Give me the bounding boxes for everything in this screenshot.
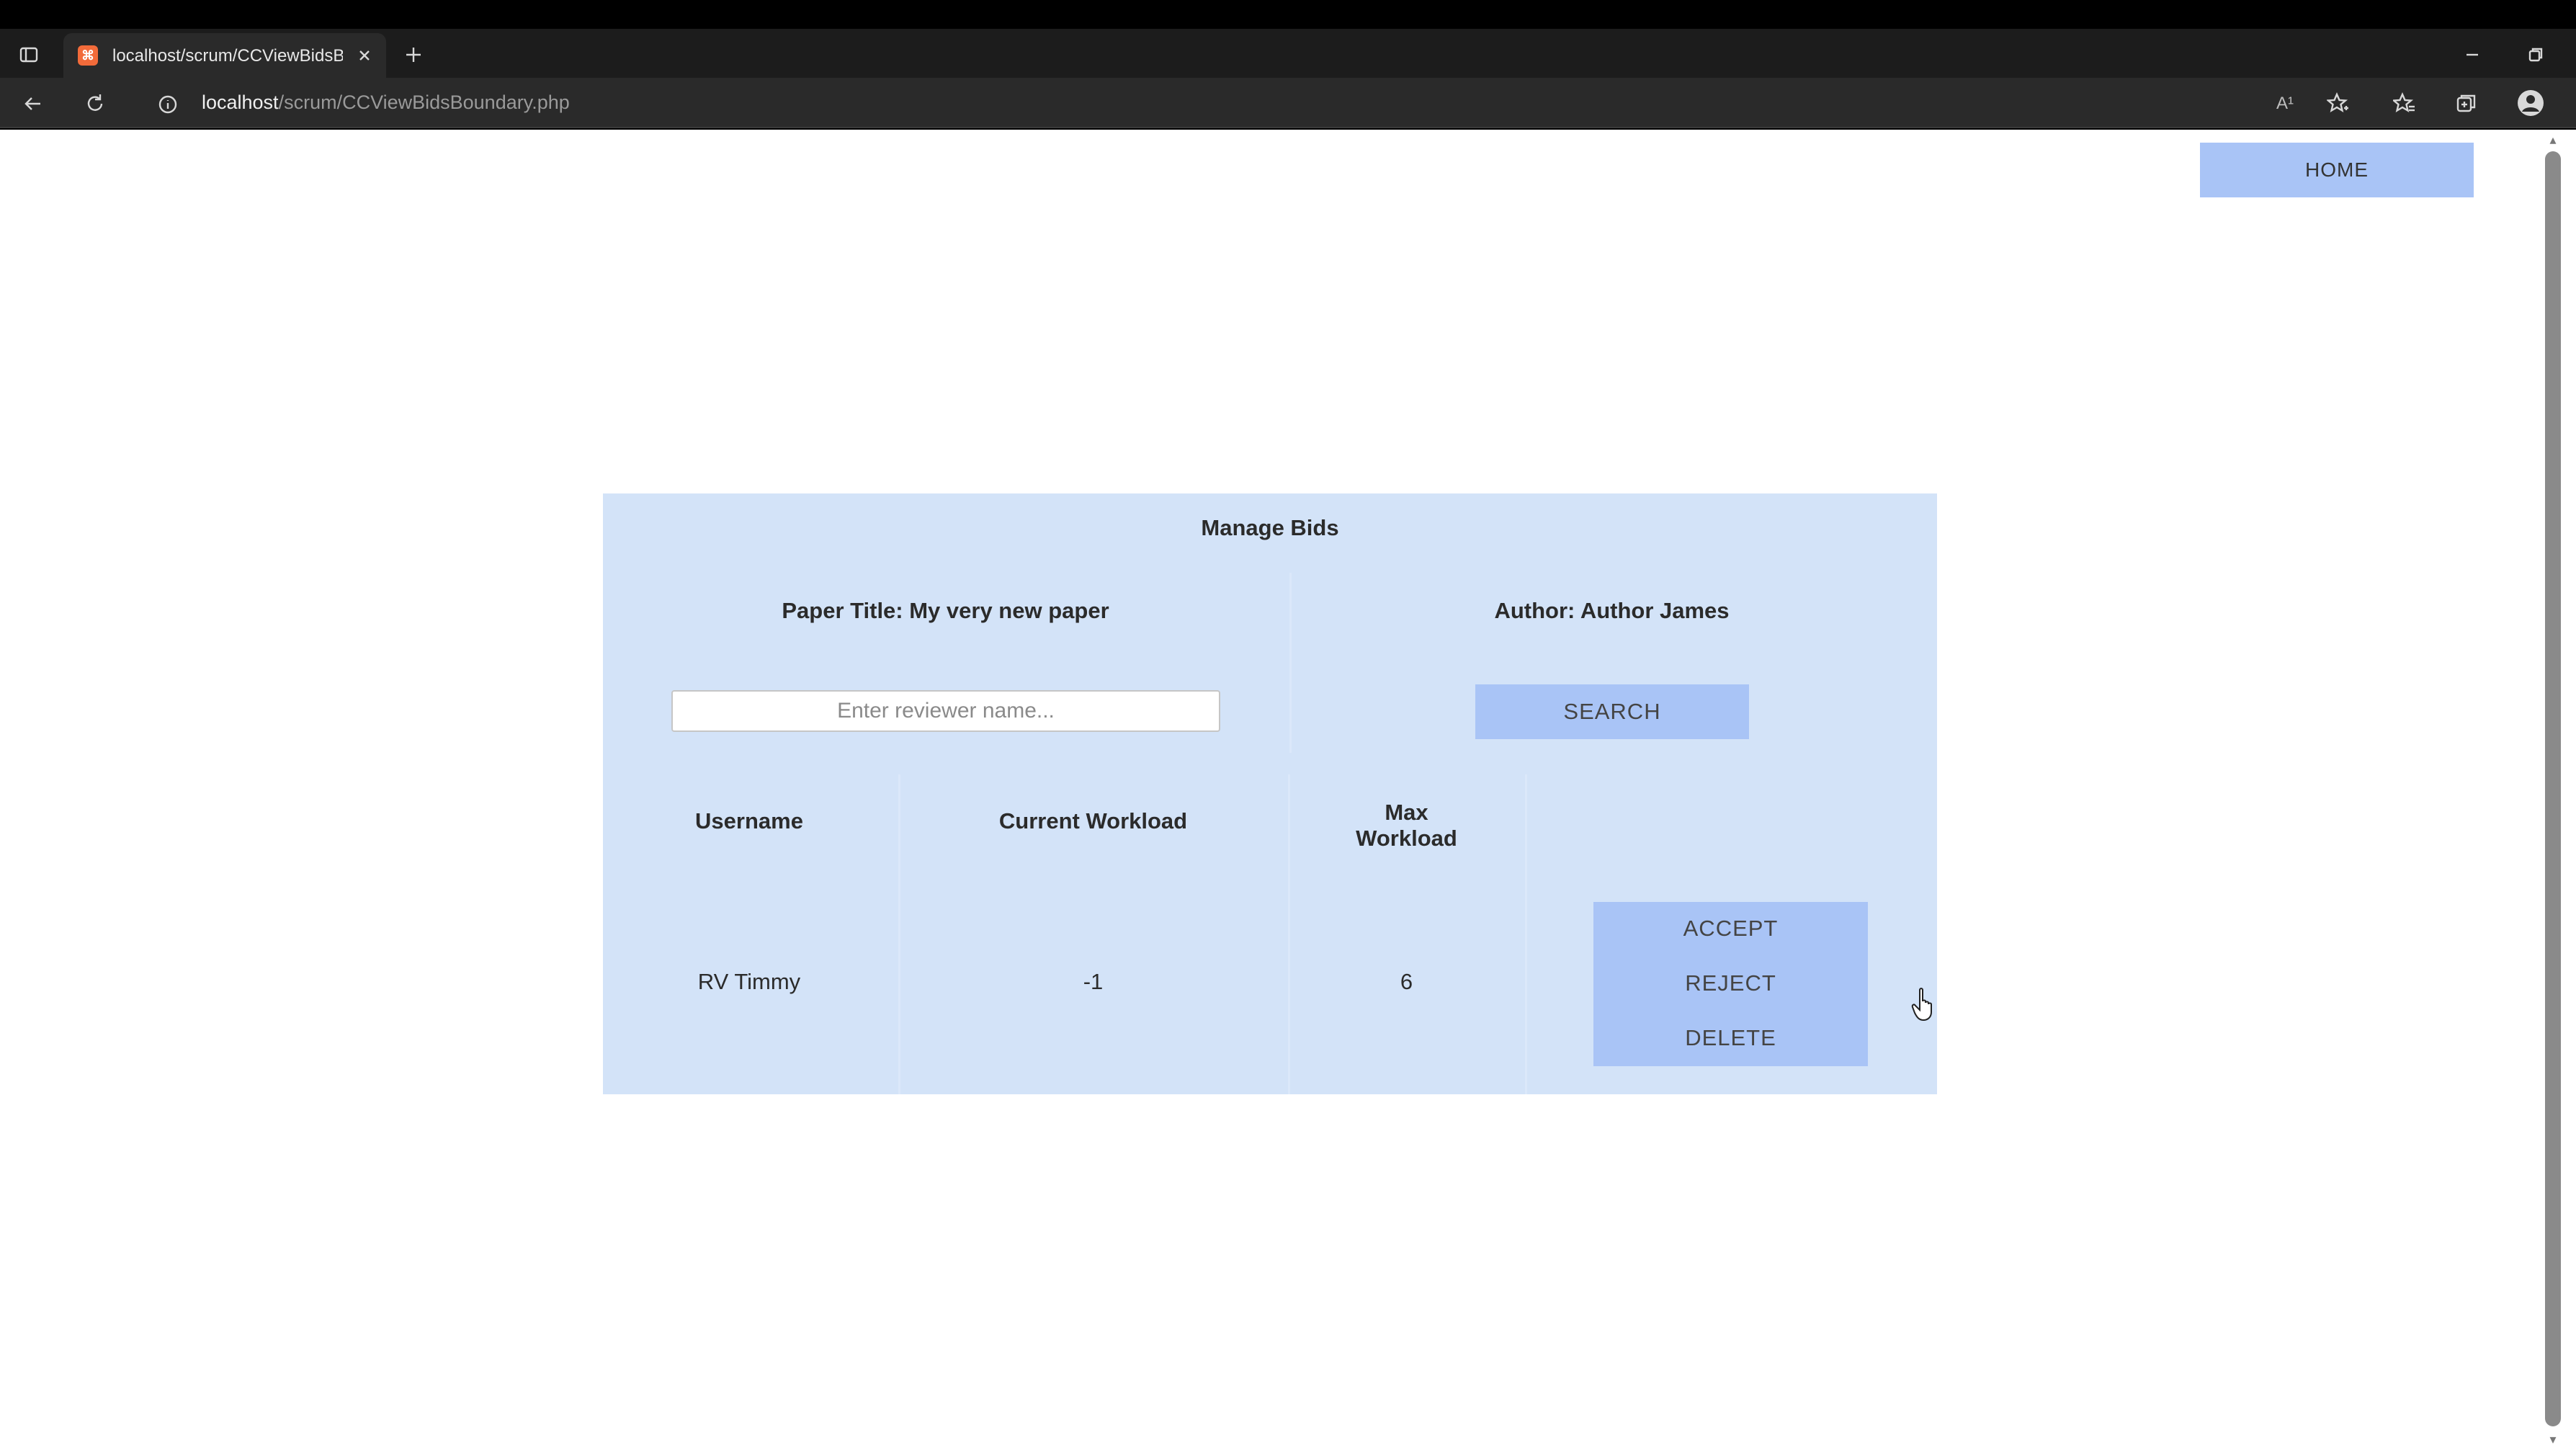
header-max-workload: Max Workload: [1297, 800, 1516, 852]
site-info-icon[interactable]: [154, 91, 182, 118]
back-arrow-icon[interactable]: [19, 89, 48, 118]
table-column-divider: [898, 774, 900, 1094]
cell-username: RV Timmy: [697, 969, 801, 994]
cell-current-workload: -1: [1083, 969, 1104, 994]
reload-icon[interactable]: [81, 89, 109, 118]
header-max-workload-line2: Workload: [1356, 826, 1457, 851]
tab-actions-icon[interactable]: [16, 42, 42, 68]
header-max-workload-line1: Max: [1385, 800, 1428, 825]
accept-button[interactable]: ACCEPT: [1593, 906, 1868, 951]
cell-max-workload: 6: [1400, 969, 1413, 994]
add-favorite-icon[interactable]: [2324, 89, 2353, 118]
tab-close-icon[interactable]: [353, 44, 376, 67]
url-path: /scrum/CCViewBidsBoundary.php: [278, 91, 570, 113]
xampp-favicon-icon: ⌘: [78, 45, 98, 66]
url-host: localhost: [202, 91, 279, 113]
read-aloud-icon[interactable]: A¹: [2271, 89, 2299, 118]
table-column-divider: [1288, 774, 1290, 1094]
scrollbar-thumb[interactable]: [2545, 151, 2561, 1426]
hand-pointer-cursor-icon: [1910, 987, 1939, 1023]
window-top-strip: [0, 0, 2576, 29]
home-button[interactable]: HOME: [2200, 143, 2474, 197]
tab-active[interactable]: ⌘ localhost/scrum/CCViewBidsBou: [63, 33, 386, 78]
header-column-divider: [1289, 573, 1292, 753]
scroll-up-arrow-icon[interactable]: ▴: [2544, 133, 2562, 147]
new-tab-icon[interactable]: [401, 42, 426, 68]
table-column-divider: [1525, 774, 1527, 1094]
profile-avatar-icon[interactable]: [2514, 86, 2547, 120]
tab-title: localhost/scrum/CCViewBidsBou: [112, 46, 343, 66]
header-current-workload: Current Workload: [998, 808, 1188, 834]
paper-author: Author: Author James: [1494, 598, 1730, 623]
favorites-icon[interactable]: [2390, 89, 2419, 118]
minimize-icon[interactable]: [2458, 42, 2487, 68]
scroll-down-arrow-icon[interactable]: ▾: [2544, 1432, 2562, 1447]
search-button[interactable]: SEARCH: [1475, 684, 1749, 739]
reject-button[interactable]: REJECT: [1593, 961, 1868, 1006]
collections-icon[interactable]: [2452, 89, 2481, 118]
panel-title: Manage Bids: [1201, 515, 1339, 540]
url-field[interactable]: localhost/scrum/CCViewBidsBoundary.php: [202, 88, 570, 117]
header-username: Username: [695, 808, 803, 834]
delete-button[interactable]: DELETE: [1593, 1016, 1868, 1060]
tab-bar: ⌘ localhost/scrum/CCViewBidsBou: [0, 29, 2576, 78]
restore-icon[interactable]: [2521, 42, 2550, 68]
reviewer-search-input[interactable]: [671, 690, 1220, 732]
paper-title: Paper Title: My very new paper: [782, 598, 1109, 623]
